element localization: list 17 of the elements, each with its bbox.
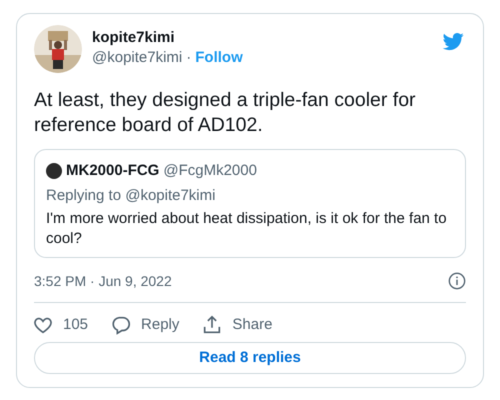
author-name[interactable]: kopite7kimi — [92, 28, 441, 48]
like-button[interactable]: 105 — [32, 314, 88, 336]
quoted-tweet-card[interactable]: MK2000-FCG @FcgMk2000 Replying to @kopite7kimi I'm more worried about heat dissipation, is it ok for the fan to cool? — [34, 149, 466, 258]
timestamp-link[interactable]: 3:52 PM · Jun 9, 2022 — [34, 270, 172, 292]
bird-logo-icon[interactable] — [441, 31, 466, 52]
author-handle[interactable]: @kopite7kimi — [92, 48, 182, 68]
info-icon[interactable] — [448, 272, 466, 290]
share-button[interactable]: Share — [201, 314, 272, 336]
quoted-author-name[interactable]: MK2000-FCG — [66, 160, 160, 182]
tweet-text: At least, they designed a triple-fan cooler for reference board of AD102. — [34, 88, 417, 138]
quoted-author-handle[interactable]: @FcgMk2000 — [163, 160, 257, 182]
avatar-icon — [46, 163, 62, 180]
reply-button[interactable]: Reply — [110, 314, 180, 336]
quoted-tweet-text: I'm more worried about heat dissipation, is it ok for the fan to cool? — [46, 208, 448, 248]
replying-to-text: Replying to @kopite7kimi — [46, 186, 216, 206]
read-replies-button[interactable]: Read 8 replies — [34, 342, 466, 374]
separator: · — [186, 48, 192, 68]
